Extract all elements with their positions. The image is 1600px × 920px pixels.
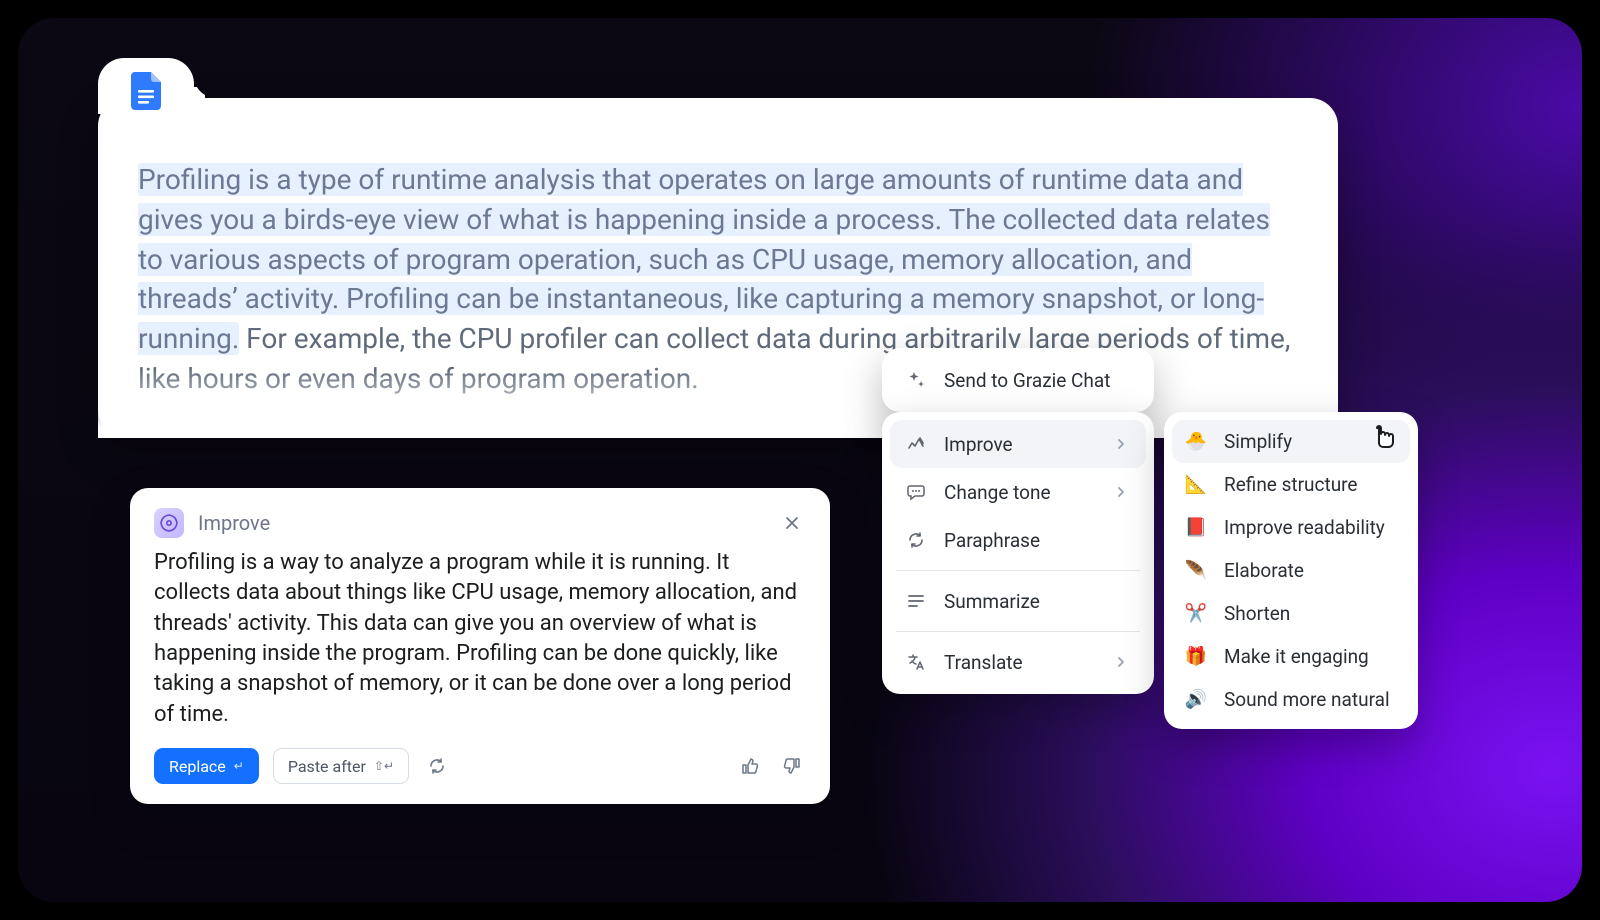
- chat-icon: [904, 480, 928, 504]
- menu-label-translate: Translate: [944, 651, 1023, 674]
- elaborate-icon: 🪶: [1184, 560, 1208, 581]
- shorten-icon: ✂️: [1184, 603, 1208, 624]
- menu-item-paraphrase[interactable]: Paraphrase: [890, 516, 1146, 564]
- menu-item-send-to-chat[interactable]: Send to Grazie Chat: [890, 356, 1146, 404]
- make-engaging-icon: 🎁: [1184, 646, 1208, 667]
- context-menu: Improve Change tone Paraphrase S: [882, 412, 1154, 694]
- improve-icon: [904, 432, 928, 456]
- chevron-right-icon: [1114, 481, 1128, 504]
- regenerate-icon[interactable]: [423, 752, 451, 780]
- submenu-label-sound-natural: Sound more natural: [1224, 688, 1390, 711]
- sparkle-icon: [904, 368, 928, 392]
- paste-after-label: Paste after: [288, 757, 366, 776]
- submenu-item-refine-structure[interactable]: 📐 Refine structure: [1172, 463, 1410, 506]
- close-icon[interactable]: [778, 509, 806, 537]
- chevron-right-icon: [1114, 651, 1128, 674]
- submenu-item-sound-natural[interactable]: 🔊 Sound more natural: [1172, 678, 1410, 721]
- submenu-label-make-engaging: Make it engaging: [1224, 645, 1369, 668]
- replace-button[interactable]: Replace ↵: [154, 748, 259, 784]
- submenu-item-improve-readability[interactable]: 📕 Improve readability: [1172, 506, 1410, 549]
- paste-after-button[interactable]: Paste after ⇧↵: [273, 748, 409, 784]
- submenu-label-elaborate: Elaborate: [1224, 559, 1304, 582]
- context-menu-top: Send to Grazie Chat: [882, 348, 1154, 412]
- result-body-text: Profiling is a way to analyze a program …: [154, 548, 806, 730]
- menu-separator: [896, 631, 1140, 632]
- submenu-label-refine-structure: Refine structure: [1224, 473, 1358, 496]
- improve-submenu: 🐣 Simplify 📐 Refine structure 📕 Improve …: [1164, 412, 1418, 729]
- submenu-item-simplify[interactable]: 🐣 Simplify: [1172, 420, 1410, 463]
- menu-item-change-tone[interactable]: Change tone: [890, 468, 1146, 516]
- submenu-label-improve-readability: Improve readability: [1224, 516, 1385, 539]
- menu-label-send-to-chat: Send to Grazie Chat: [944, 369, 1110, 392]
- menu-label-summarize: Summarize: [944, 590, 1040, 613]
- submenu-item-shorten[interactable]: ✂️ Shorten: [1172, 592, 1410, 635]
- replace-kbd: ↵: [234, 759, 244, 773]
- menu-label-improve: Improve: [944, 433, 1013, 456]
- refine-structure-icon: 📐: [1184, 474, 1208, 495]
- submenu-item-make-engaging[interactable]: 🎁 Make it engaging: [1172, 635, 1410, 678]
- chevron-right-icon: [1114, 433, 1128, 456]
- submenu-label-shorten: Shorten: [1224, 602, 1290, 625]
- thumbs-up-icon[interactable]: [736, 752, 764, 780]
- stage: Profiling is a type of runtime analysis …: [18, 18, 1582, 902]
- menu-item-summarize[interactable]: Summarize: [890, 577, 1146, 625]
- submenu-item-elaborate[interactable]: 🪶 Elaborate: [1172, 549, 1410, 592]
- result-title: Improve: [198, 511, 270, 535]
- improve-readability-icon: 📕: [1184, 517, 1208, 538]
- summarize-icon: [904, 589, 928, 613]
- menu-label-paraphrase: Paraphrase: [944, 529, 1040, 552]
- result-actions: Replace ↵ Paste after ⇧↵: [154, 748, 806, 784]
- submenu-label-simplify: Simplify: [1224, 430, 1292, 453]
- menu-label-change-tone: Change tone: [944, 481, 1051, 504]
- sound-natural-icon: 🔊: [1184, 689, 1208, 710]
- paste-after-kbd: ⇧↵: [374, 759, 394, 773]
- simplify-icon: 🐣: [1184, 431, 1208, 452]
- thumbs-down-icon[interactable]: [778, 752, 806, 780]
- menu-item-translate[interactable]: Translate: [890, 638, 1146, 686]
- menu-separator: [896, 570, 1140, 571]
- replace-button-label: Replace: [169, 757, 226, 776]
- refresh-icon: [904, 528, 928, 552]
- translate-icon: [904, 650, 928, 674]
- grazie-icon: [154, 508, 184, 538]
- menu-item-improve[interactable]: Improve: [890, 420, 1146, 468]
- result-panel: Improve Profiling is a way to analyze a …: [130, 488, 830, 804]
